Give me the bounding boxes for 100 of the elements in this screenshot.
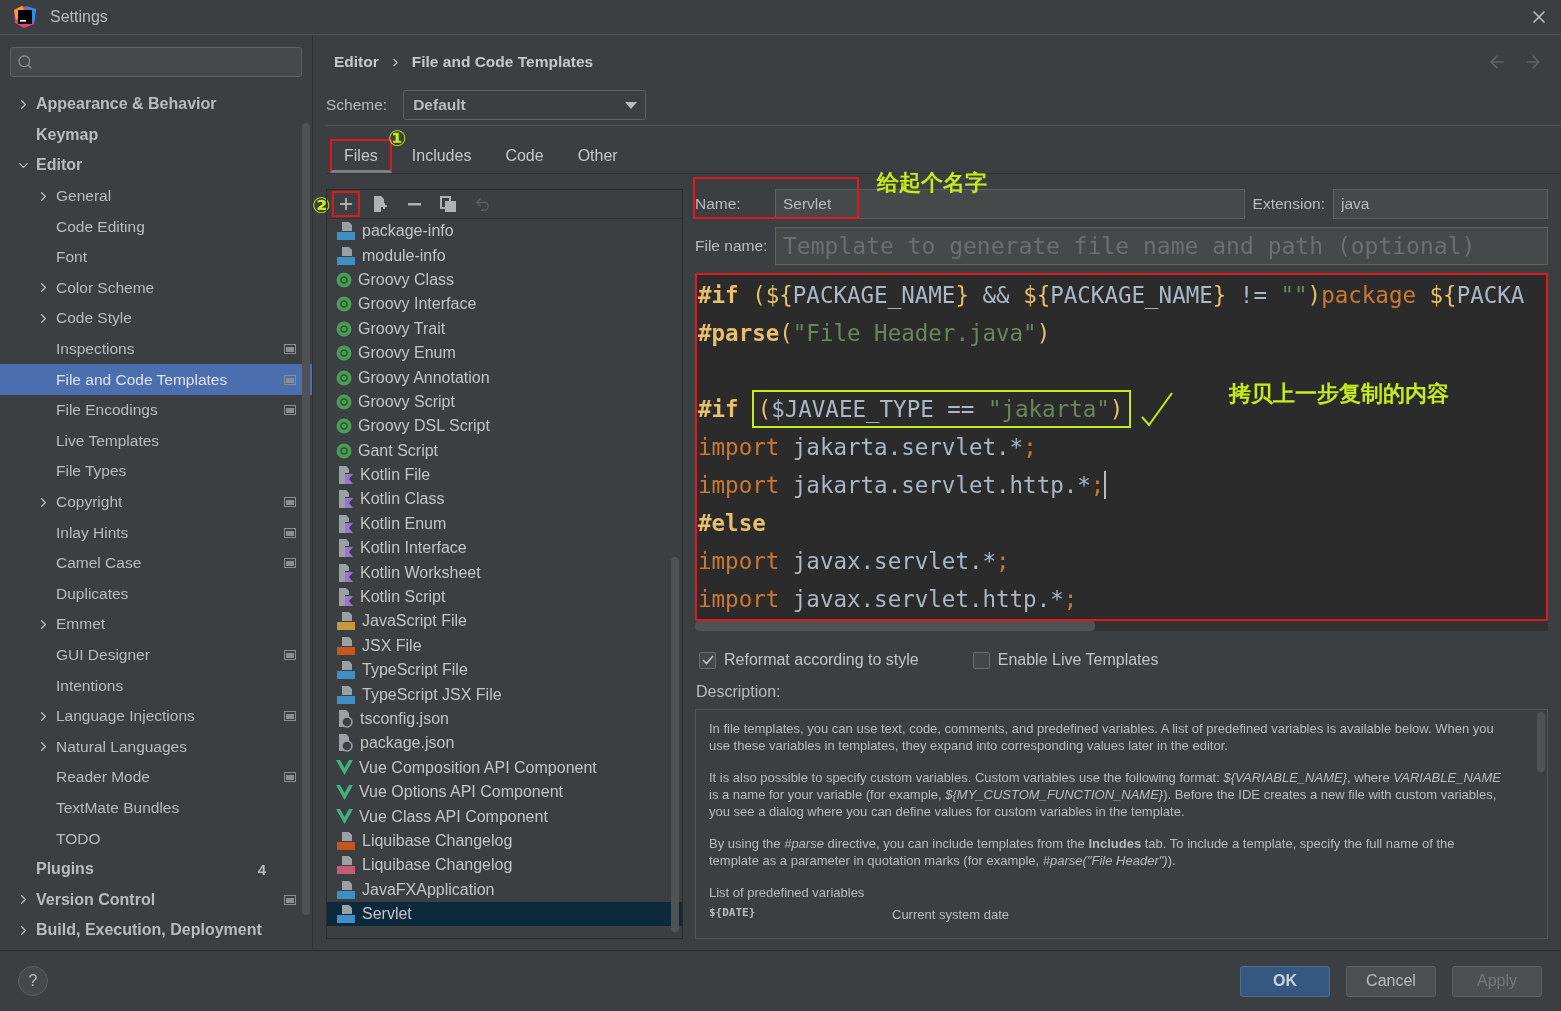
- add-icon: [337, 195, 355, 213]
- json-file-icon: [336, 710, 354, 728]
- scrollbar[interactable]: [302, 123, 310, 915]
- sidebar-item[interactable]: Natural Languages: [0, 731, 312, 763]
- template-item[interactable]: package.json: [327, 731, 682, 756]
- groovy-icon: [336, 442, 352, 459]
- template-item[interactable]: Kotlin Script: [327, 584, 682, 610]
- json-file-icon: [336, 734, 354, 753]
- groovy-icon: [336, 369, 352, 386]
- sidebar-item[interactable]: TextMate Bundles: [0, 792, 312, 824]
- sidebar-item[interactable]: Copyright: [0, 486, 312, 518]
- template-item[interactable]: Liquibase Changelog: [327, 853, 682, 878]
- code-editor[interactable]: [695, 273, 1548, 621]
- sidebar-item[interactable]: General: [0, 180, 312, 212]
- sidebar-item[interactable]: Build, Execution, Deployment: [0, 915, 312, 946]
- dialog-button[interactable]: OK: [1240, 965, 1330, 997]
- template-item[interactable]: Vue Composition API Component: [327, 755, 682, 780]
- template-item[interactable]: package-info: [327, 219, 682, 244]
- scrollbar[interactable]: [695, 621, 1095, 631]
- sidebar-item[interactable]: Keymap: [0, 119, 312, 151]
- sidebar-item[interactable]: Code Style: [0, 303, 312, 334]
- scrollbar[interactable]: [671, 557, 679, 932]
- sidebar-item[interactable]: TODO: [0, 823, 312, 854]
- file-icon: [336, 612, 356, 631]
- help-button[interactable]: ?: [18, 966, 48, 996]
- file-icon: [336, 685, 356, 704]
- extension-label: Extension:: [1252, 195, 1325, 213]
- template-item[interactable]: TypeScript JSX File: [327, 682, 682, 707]
- sidebar-item[interactable]: Intentions: [0, 670, 312, 701]
- template-item[interactable]: Servlet: [327, 901, 682, 927]
- template-item[interactable]: tsconfig.json: [327, 706, 682, 732]
- window-title: Settings: [50, 8, 108, 26]
- kotlin-file-icon: [336, 539, 354, 558]
- sidebar-item[interactable]: Code Editing: [0, 211, 312, 242]
- file-icon: [336, 856, 356, 875]
- copy-icon: [439, 195, 457, 213]
- template-item[interactable]: Liquibase Changelog: [327, 828, 682, 854]
- sidebar-item[interactable]: Language Injections: [0, 700, 312, 732]
- kotlin-file-icon: [336, 588, 354, 607]
- kotlin-file-icon: [336, 514, 354, 533]
- caret-icon: [625, 101, 638, 109]
- extension-field[interactable]: java: [1333, 189, 1548, 219]
- sidebar-item[interactable]: Font: [0, 241, 312, 273]
- sidebar-item[interactable]: Reader Mode: [0, 762, 312, 793]
- template-item[interactable]: module-info: [327, 243, 682, 268]
- option-checkbox[interactable]: Enable Live Templates: [972, 651, 1159, 669]
- dialog-button[interactable]: Cancel: [1346, 965, 1436, 997]
- template-item[interactable]: JavaScript File: [327, 609, 682, 634]
- file-icon: [336, 246, 356, 265]
- sidebar-item[interactable]: Inlay Hints: [0, 517, 312, 548]
- template-item[interactable]: Kotlin Interface: [327, 536, 682, 561]
- template-item[interactable]: Groovy DSL Script: [327, 414, 682, 439]
- template-item[interactable]: Vue Class API Component: [327, 804, 682, 829]
- file-icon: [336, 831, 356, 850]
- template-item[interactable]: Vue Options API Component: [327, 780, 682, 805]
- template-item[interactable]: JavaFXApplication: [327, 877, 682, 902]
- tab[interactable]: Other: [563, 139, 632, 173]
- template-item[interactable]: Gant Script: [327, 438, 682, 463]
- sidebar-item[interactable]: File Encodings: [0, 394, 312, 426]
- file-icon: [336, 636, 356, 655]
- scheme-dropdown[interactable]: Default: [403, 90, 647, 120]
- template-item[interactable]: JSX File: [327, 633, 682, 659]
- template-item[interactable]: Kotlin Class: [327, 487, 682, 512]
- sidebar-item[interactable]: Duplicates: [0, 578, 312, 610]
- description-label: Description:: [695, 683, 782, 701]
- scheme-label: Scheme:: [326, 96, 388, 114]
- sidebar-item[interactable]: Emmet: [0, 609, 312, 640]
- option-checkbox[interactable]: Reformat according to style: [699, 651, 919, 669]
- variable-name: ${DATE}: [709, 906, 757, 921]
- sidebar-item[interactable]: Editor: [0, 150, 312, 181]
- sidebar-item[interactable]: Appearance & Behavior: [0, 89, 312, 120]
- groovy-icon: [336, 393, 352, 410]
- template-item[interactable]: Groovy Interface: [327, 292, 682, 317]
- sidebar-item[interactable]: GUI Designer: [0, 639, 312, 671]
- template-item[interactable]: Groovy Trait: [327, 316, 682, 341]
- sidebar-item[interactable]: Live Templates: [0, 425, 312, 457]
- template-item[interactable]: Groovy Script: [327, 389, 682, 415]
- template-item[interactable]: Kotlin File: [327, 462, 682, 488]
- template-item[interactable]: Kotlin Worksheet: [327, 560, 682, 585]
- kotlin-file-icon: [336, 466, 354, 485]
- template-item[interactable]: TypeScript File: [327, 658, 682, 683]
- checkbox[interactable]: [972, 651, 990, 669]
- tab[interactable]: Code: [491, 139, 558, 173]
- sidebar-item[interactable]: Inspections: [0, 333, 312, 365]
- breadcrumb-item: Editor: [334, 53, 379, 71]
- sidebar-item[interactable]: File and Code Templates: [0, 364, 312, 395]
- add-button[interactable]: [332, 191, 360, 217]
- sidebar-item[interactable]: Camel Case: [0, 547, 312, 579]
- search-icon: [17, 54, 33, 70]
- sidebar-item[interactable]: Plugins 4: [0, 853, 312, 885]
- sidebar-item[interactable]: Color Scheme: [0, 272, 312, 304]
- search-field[interactable]: [10, 47, 302, 77]
- template-item[interactable]: Groovy Annotation: [327, 365, 682, 390]
- template-item[interactable]: Groovy Enum: [327, 340, 682, 366]
- template-item[interactable]: Groovy Class: [327, 267, 682, 293]
- sidebar-item[interactable]: File Types: [0, 456, 312, 487]
- sidebar-item[interactable]: Version Control: [0, 884, 312, 916]
- checkbox[interactable]: [699, 651, 716, 669]
- template-item[interactable]: Kotlin Enum: [327, 511, 682, 537]
- name-label: Name:: [695, 195, 742, 213]
